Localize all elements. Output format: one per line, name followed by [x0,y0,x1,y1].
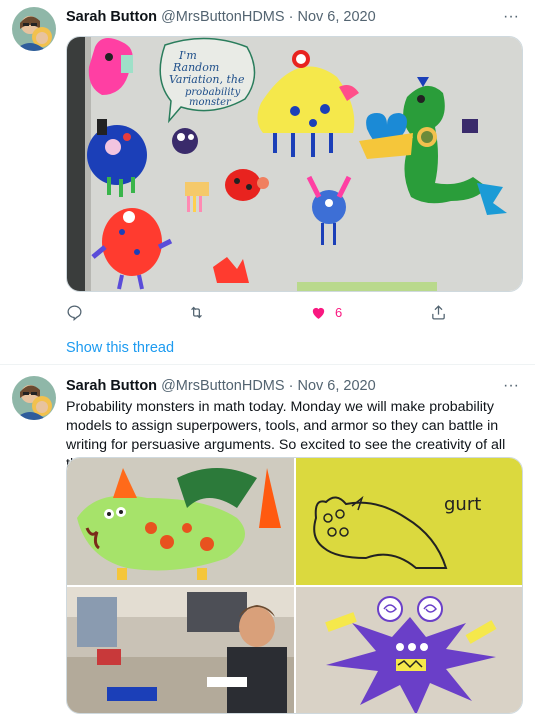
share-button[interactable] [430,302,447,322]
author-name[interactable]: Sarah Button [66,378,157,394]
tweet-photo-3[interactable] [67,587,294,713]
like-button[interactable]: 6 [310,302,342,322]
author-handle[interactable]: @MrsButtonHDMS [161,378,285,394]
separator: · [288,9,294,25]
tweet-photo-1[interactable] [67,458,294,585]
author-name[interactable]: Sarah Button [66,9,157,25]
note-line-3: Variation, the [169,73,245,86]
avatar[interactable] [12,376,56,420]
tweet-date[interactable]: Nov 6, 2020 [297,378,375,394]
show-thread-link[interactable]: Show this thread [66,340,174,356]
tweet-date[interactable]: Nov 6, 2020 [297,9,375,25]
separator: · [288,378,294,394]
avatar[interactable] [12,7,56,51]
like-count: 6 [335,304,343,320]
tweet-actions: 6 [66,302,466,322]
tweet-photo-grid: gurt [66,457,523,714]
note-line-5: monster [189,97,232,108]
retweet-button[interactable] [188,302,205,322]
photo-caption: gurt [444,494,481,515]
tweet-photo[interactable]: I'm Random Variation, the probability mo… [66,36,523,292]
share-icon [432,304,445,320]
reply-button[interactable] [66,302,83,322]
tweet-photo-4[interactable] [296,587,522,713]
reply-icon [67,304,82,321]
more-icon[interactable]: ··· [501,378,521,395]
tweet-1[interactable]: Sarah Button @MrsButtonHDMS · Nov 6, 202… [0,0,535,360]
retweet-icon [191,306,202,318]
more-icon[interactable]: ··· [501,9,521,26]
whiteboard-photo: I'm Random Variation, the probability mo… [67,37,522,291]
author-handle[interactable]: @MrsButtonHDMS [161,9,285,25]
tweet-header: Sarah Button @MrsButtonHDMS · Nov 6, 202… [66,378,376,394]
tweet-photo-2[interactable]: gurt [296,458,522,585]
heart-icon [312,307,325,319]
tweet-header: Sarah Button @MrsButtonHDMS · Nov 6, 202… [66,9,376,25]
